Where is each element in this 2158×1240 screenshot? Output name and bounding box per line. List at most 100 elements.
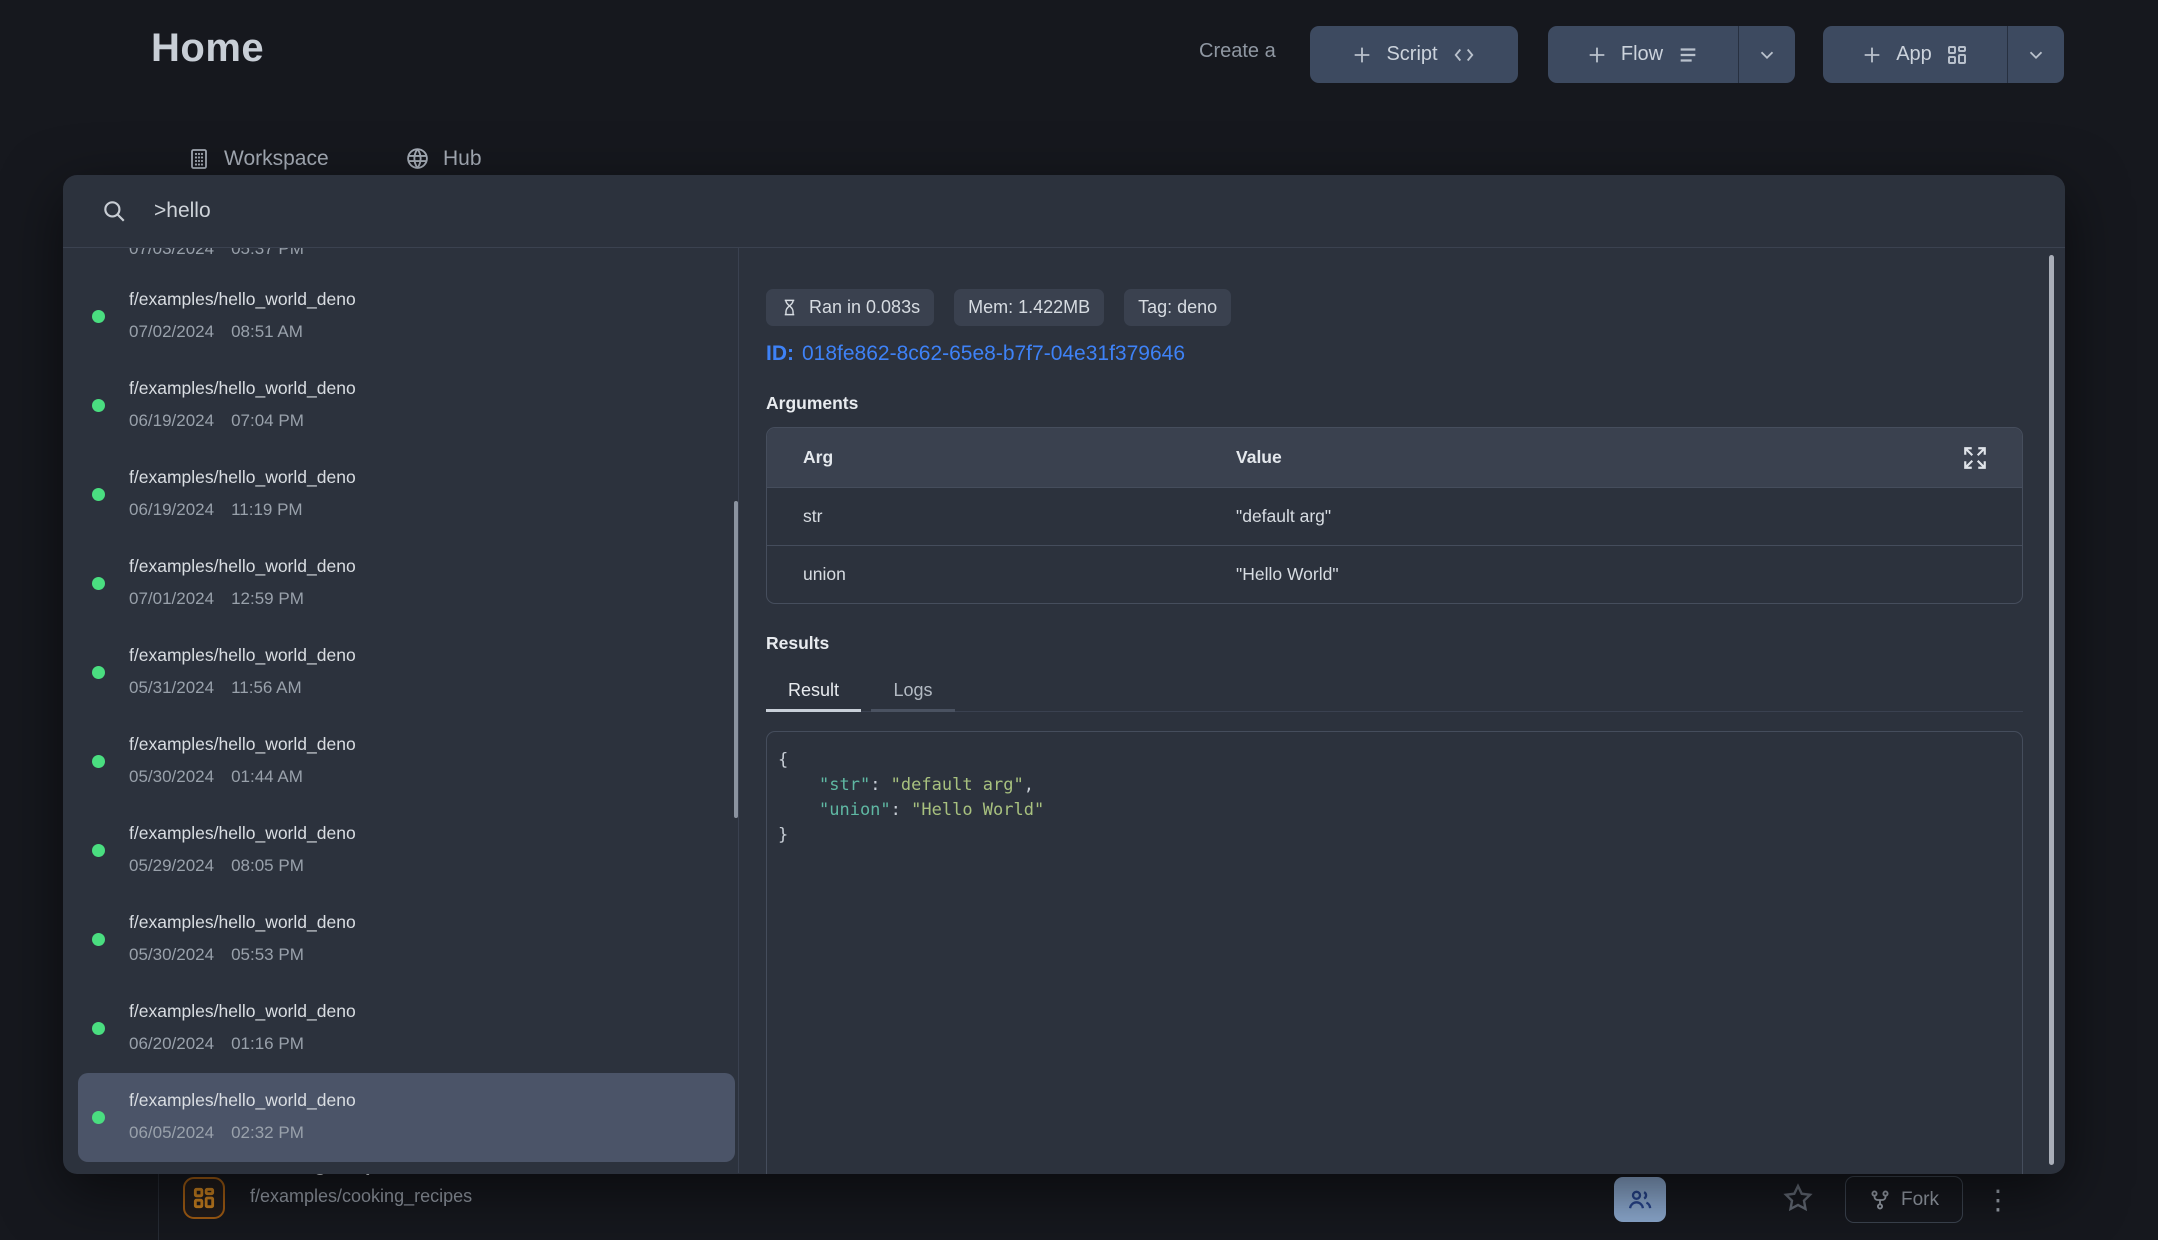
- run-list-item[interactable]: f/examples/hello_world_deno 05/29/2024 08…: [78, 806, 735, 895]
- create-script-label: Script: [1386, 43, 1437, 66]
- col-arg: Arg: [767, 447, 1236, 468]
- run-path: f/examples/hello_world_deno: [129, 823, 356, 844]
- run-date: 05/29/2024: [129, 856, 214, 875]
- success-dot-icon: [92, 577, 105, 590]
- globe-icon: [405, 146, 430, 171]
- layout-grid-icon: [1945, 43, 1969, 67]
- search-input[interactable]: [154, 199, 1854, 223]
- json-line: "union": "Hello World": [778, 798, 2008, 823]
- run-date: 06/05/2024: [129, 1123, 214, 1142]
- people-icon: [1626, 1186, 1654, 1214]
- run-path: f/examples/hello_world_deno: [129, 556, 356, 577]
- run-path: f/examples/hello_world_deno: [129, 645, 356, 666]
- run-path: f/examples/hello_world_deno: [129, 378, 356, 399]
- runs-list-scrollbar[interactable]: [734, 501, 738, 818]
- result-json-viewer: { "str": "default arg","union": "Hello W…: [766, 731, 2023, 1174]
- run-date: 07/01/2024: [129, 589, 214, 608]
- json-open-brace: {: [778, 748, 2008, 773]
- run-list-item[interactable]: f/examples/hello_world_deno 07/01/202412…: [78, 539, 735, 628]
- run-list-item[interactable]: f/examples/hello_world_deno 05/30/202401…: [78, 717, 735, 806]
- more-options-button[interactable]: ⋮: [1980, 1180, 2016, 1220]
- create-app-label: App: [1896, 43, 1932, 66]
- tag-badge-label: Tag: deno: [1138, 297, 1217, 318]
- run-time: 05:53 PM: [231, 945, 304, 964]
- run-list-item[interactable]: f/examples/hello_world_deno 06/19/2024 11…: [78, 450, 735, 539]
- run-list-item[interactable]: f/examples/hello_world_deno 05/30/2024 05…: [78, 895, 735, 984]
- run-id-label: ID:: [766, 342, 794, 365]
- expand-arrows-icon: [1962, 445, 1988, 471]
- run-date: 05/31/2024: [129, 678, 214, 697]
- json-key: "union": [819, 800, 891, 820]
- run-search-modal: 07/03/202405:37 PM f/examples/hello_worl…: [63, 175, 2065, 1174]
- run-date: 06/19/2024: [129, 411, 214, 430]
- arguments-table-row: union "Hello World": [767, 545, 2022, 603]
- run-date: 07/03/2024: [129, 248, 214, 258]
- success-dot-icon: [92, 844, 105, 857]
- run-time: 08:05 PM: [231, 856, 304, 875]
- star-icon: [1782, 1182, 1814, 1214]
- create-flow-dropdown-button[interactable]: [1739, 26, 1795, 83]
- json-close-brace: }: [778, 823, 2008, 848]
- tag-badge: Tag: deno: [1124, 289, 1231, 326]
- run-id-link[interactable]: 018fe862-8c62-65e8-b7f7-04e31f379646: [802, 342, 1185, 365]
- run-date: 06/19/2024: [129, 500, 214, 519]
- success-dot-icon: [92, 488, 105, 501]
- tab-logs[interactable]: Logs: [871, 675, 954, 712]
- run-list-item[interactable]: f/examples/hello_world_deno 06/20/2024 01…: [78, 984, 735, 1073]
- git-fork-icon: [1869, 1189, 1891, 1211]
- results-heading: Results: [766, 633, 2023, 654]
- tab-result[interactable]: Result: [766, 675, 861, 712]
- run-date: 06/20/2024: [129, 1034, 214, 1053]
- success-dot-icon: [92, 310, 105, 323]
- create-flow-button[interactable]: Flow: [1548, 26, 1738, 83]
- create-script-button[interactable]: Script: [1310, 26, 1518, 83]
- run-list-item-clipped[interactable]: 07/03/202405:37 PM: [63, 248, 738, 250]
- building-icon: [187, 146, 211, 172]
- code-icon: [1451, 44, 1477, 66]
- search-bar: [63, 175, 2065, 248]
- run-path: f/examples/hello_world_deno: [129, 1001, 356, 1022]
- run-time: 01:16 PM: [231, 1034, 304, 1053]
- expand-table-button[interactable]: [1958, 441, 1992, 475]
- arg-value-cell: "default arg": [1236, 506, 1958, 527]
- results-tabs: Result Logs: [766, 675, 2023, 712]
- tab-hub-label: Hub: [443, 147, 482, 171]
- create-app-dropdown-button[interactable]: [2008, 26, 2064, 83]
- background-item-path[interactable]: f/examples/cooking_recipes: [250, 1186, 472, 1207]
- search-icon: [101, 198, 127, 224]
- run-time: 11:19 PM: [231, 500, 303, 519]
- create-a-label: Create a: [1199, 40, 1276, 63]
- create-app-button[interactable]: App: [1823, 26, 2007, 83]
- run-date: 07/02/2024: [129, 322, 214, 341]
- fork-button[interactable]: Fork: [1845, 1176, 1963, 1223]
- hourglass-icon: [780, 298, 799, 317]
- favorite-button[interactable]: [1780, 1178, 1816, 1218]
- background-table-border: [158, 1174, 159, 1240]
- json-line: "str": "default arg",: [778, 773, 2008, 798]
- run-date: 05/30/2024: [129, 945, 214, 964]
- kebab-dots-icon: ⋮: [1985, 1185, 2012, 1216]
- tab-hub[interactable]: Hub: [405, 146, 482, 171]
- run-list-item[interactable]: f/examples/hello_world_deno 05/31/202411…: [78, 628, 735, 717]
- run-path: f/examples/hello_world_deno: [129, 467, 356, 488]
- run-time: 08:51 AM: [231, 322, 303, 341]
- arguments-heading: Arguments: [766, 393, 2023, 414]
- run-list-item[interactable]: f/examples/hello_world_deno 06/19/202407…: [78, 361, 735, 450]
- run-list-item[interactable]: f/examples/hello_world_deno 07/02/202408…: [78, 272, 735, 361]
- app-item-icon: [183, 1177, 225, 1219]
- arguments-table-header: Arg Value: [767, 428, 2022, 487]
- duration-badge: Ran in 0.083s: [766, 289, 934, 326]
- tab-workspace-label: Workspace: [224, 147, 329, 171]
- arguments-table: Arg Value str "default arg" union "Hello…: [766, 427, 2023, 604]
- plus-icon: [1861, 44, 1883, 66]
- tab-workspace[interactable]: Workspace: [187, 146, 329, 172]
- run-details-panel: Ran in 0.083s Mem: 1.422MB Tag: deno ID:…: [739, 248, 2065, 1173]
- success-dot-icon: [92, 1111, 105, 1124]
- run-list-item[interactable]: f/examples/hello_world_deno 06/05/202402…: [78, 1073, 735, 1162]
- details-panel-scrollbar[interactable]: [2049, 255, 2054, 1165]
- col-value: Value: [1236, 447, 1958, 468]
- success-dot-icon: [92, 933, 105, 946]
- run-path: f/examples/hello_world_deno: [129, 734, 356, 755]
- arg-name-cell: union: [767, 564, 1236, 585]
- run-path: f/examples/hello_world_deno: [129, 912, 356, 933]
